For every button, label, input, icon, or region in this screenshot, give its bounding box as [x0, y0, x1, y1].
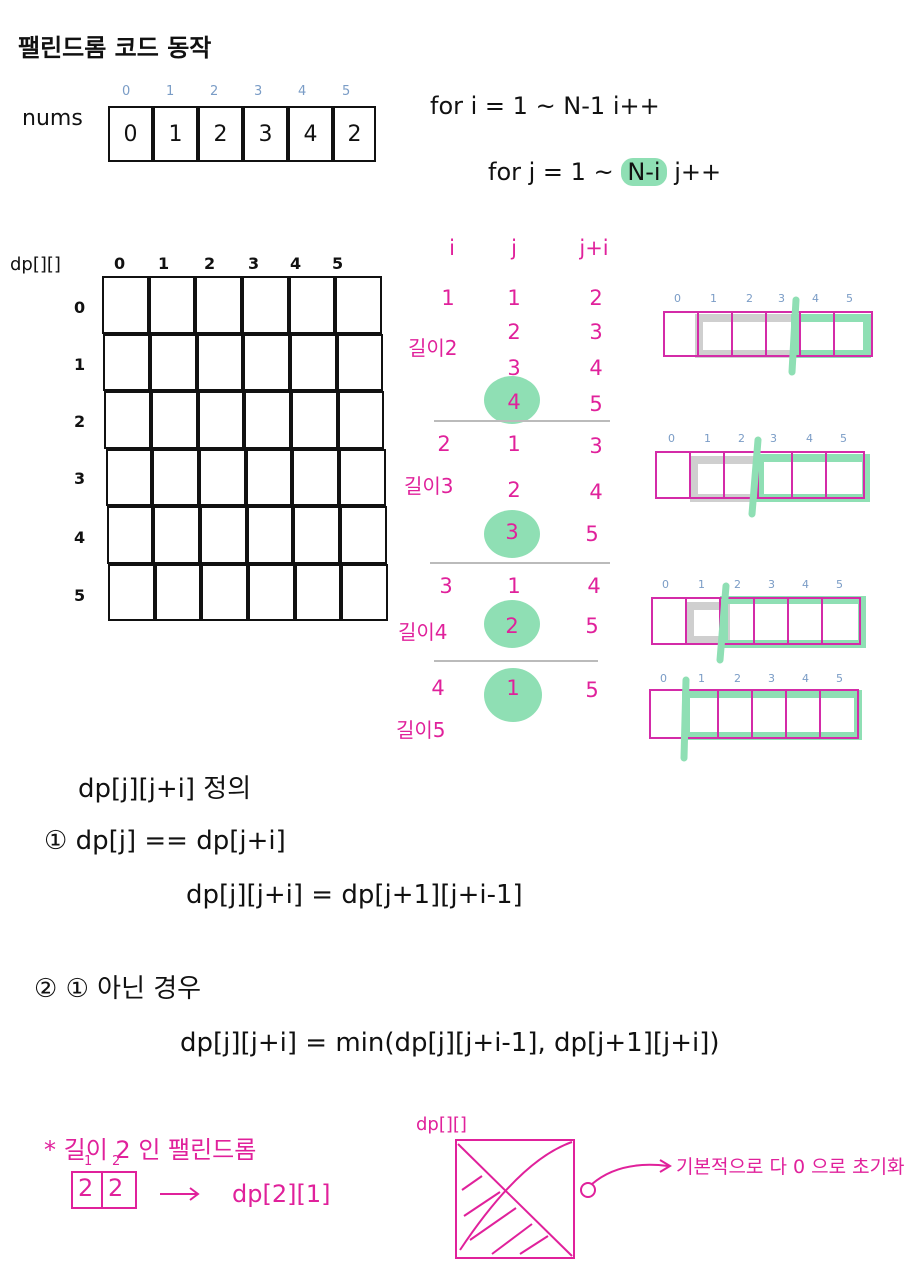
- green-range-box: [791, 314, 871, 358]
- split-line: [788, 296, 800, 376]
- mini-array-2-drawing: [655, 436, 870, 518]
- mini-array-3-drawing: [651, 582, 866, 664]
- green-range-box: [756, 454, 870, 502]
- pair-value: 2: [78, 1174, 94, 1202]
- case1-condition: ① dp[j] == dp[j+i]: [44, 826, 286, 856]
- case1-expression: dp[j][j+i] = dp[j+1][j+i-1]: [186, 880, 523, 910]
- case2-expression: dp[j][j+i] = min(dp[j][j+i-1], dp[j+1][j…: [180, 1028, 720, 1058]
- gray-range-box: [690, 456, 764, 502]
- dp-init-box-drawing: [455, 1139, 672, 1259]
- gray-range-box: [695, 314, 799, 358]
- case2-condition: ② ① 아닌 경우: [34, 974, 202, 1004]
- dp-box-label: dp[][]: [416, 1114, 467, 1135]
- init-note: 기본적으로 다 0 으로 초기화: [676, 1156, 905, 1178]
- mini-array-4-drawing: [649, 676, 862, 762]
- definition-heading: dp[j][j+i] 정의: [78, 774, 252, 804]
- split-line: [680, 676, 690, 762]
- palindrome-length2-note: * 길이 2 인 팰린드롬: [44, 1136, 257, 1164]
- pair-value: 2: [108, 1174, 124, 1202]
- pair-result: dp[2][1]: [232, 1180, 331, 1208]
- green-range-box: [720, 596, 866, 648]
- sketch-overlay: [71, 296, 873, 1259]
- pair-index: 2: [112, 1154, 121, 1169]
- pair-index: 1: [84, 1154, 93, 1169]
- green-range-box: [682, 690, 862, 740]
- mini-array-1-drawing: [663, 296, 873, 376]
